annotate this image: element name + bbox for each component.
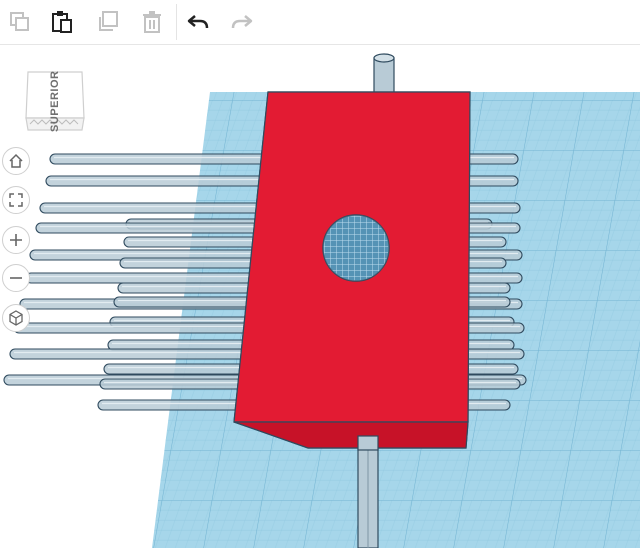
undo-arrow-icon — [187, 15, 209, 29]
undo-button[interactable] — [180, 4, 216, 40]
minus-icon — [10, 277, 22, 279]
fit-view-button[interactable] — [2, 186, 30, 214]
toolbar-separator — [176, 4, 177, 40]
paste-icon — [52, 11, 72, 33]
delete-button[interactable] — [134, 4, 170, 40]
zoom-out-button[interactable] — [2, 264, 30, 292]
cube-icon — [9, 310, 23, 326]
trash-icon — [143, 11, 161, 33]
duplicate-button[interactable] — [90, 4, 126, 40]
duplicate-icon — [99, 11, 118, 31]
home-view-button[interactable] — [2, 147, 30, 175]
fit-frame-icon — [9, 193, 23, 207]
redo-button[interactable] — [224, 4, 260, 40]
zoom-in-button[interactable] — [2, 226, 30, 254]
viewcube-face-label: SUPERIOR — [49, 70, 61, 132]
paste-button[interactable] — [44, 4, 80, 40]
redo-arrow-icon — [231, 15, 253, 29]
toolbar — [0, 0, 640, 45]
copy-button[interactable] — [2, 4, 38, 40]
copy-icon — [10, 12, 29, 31]
viewport-canvas[interactable] — [0, 45, 640, 548]
box-hole — [322, 214, 390, 282]
cylinder-bottom-stub — [357, 435, 379, 451]
ortho-view-button[interactable] — [2, 304, 30, 332]
home-icon — [9, 153, 23, 168]
plus-icon — [10, 234, 22, 246]
